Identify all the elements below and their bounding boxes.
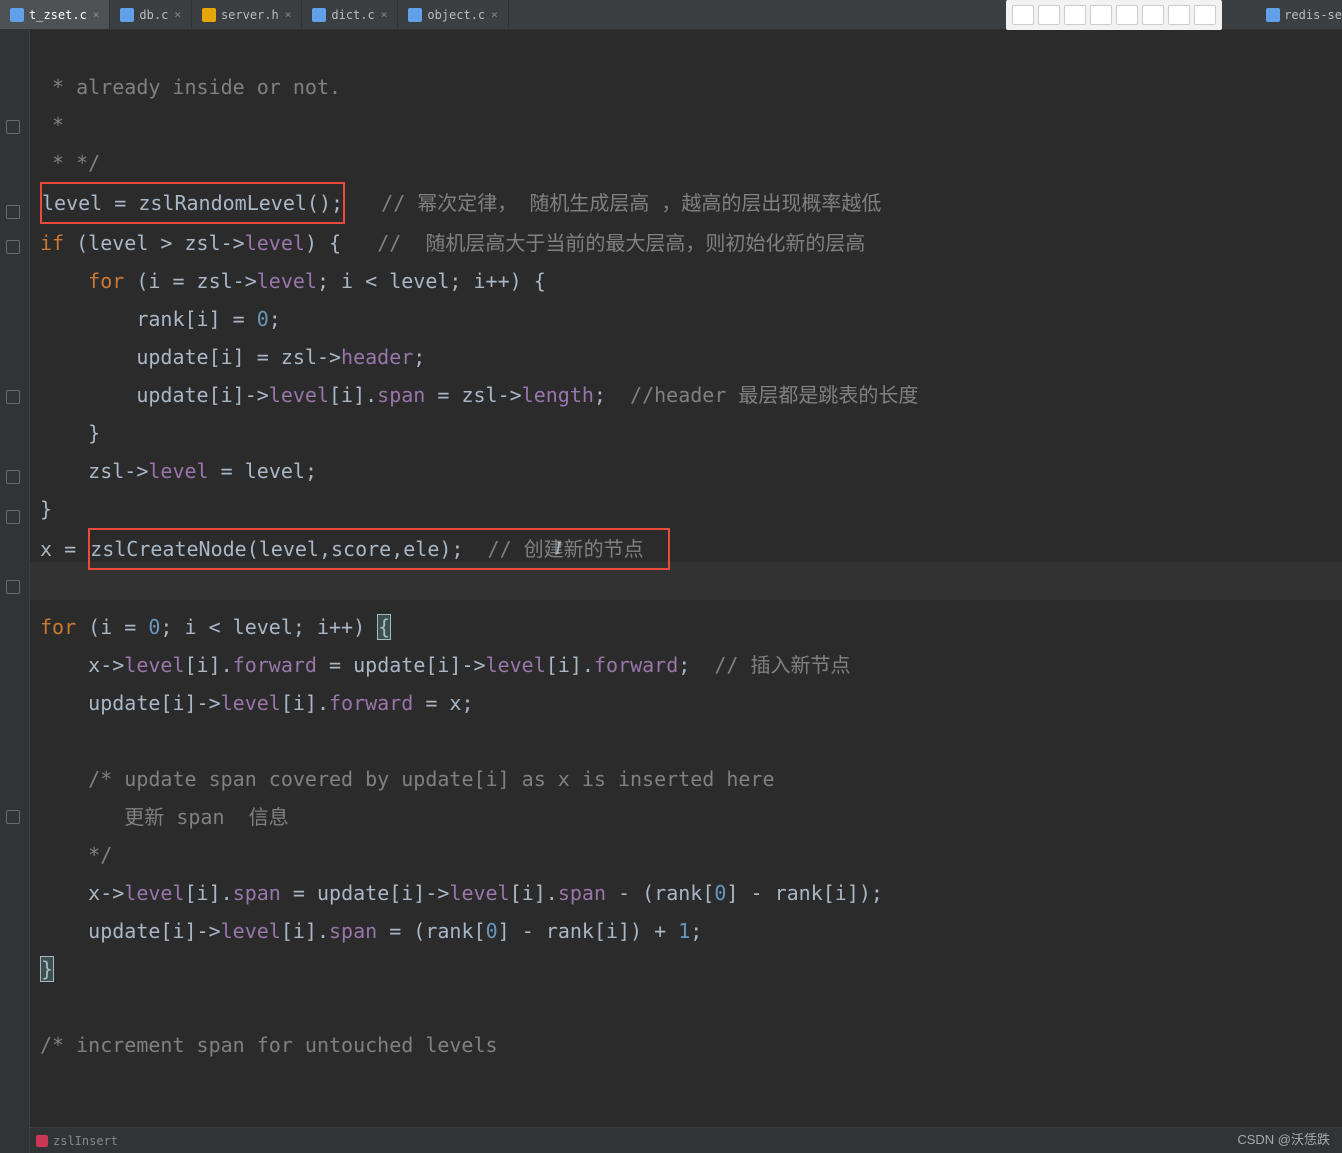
close-icon[interactable]: ×: [381, 8, 388, 21]
code-editor[interactable]: * already inside or not. * * */ level = …: [30, 30, 1342, 1064]
watermark: CSDN @沃恁跌: [1237, 1129, 1330, 1148]
toolbar-button[interactable]: [1064, 5, 1086, 25]
toolbar-button[interactable]: [1168, 5, 1190, 25]
tab-dict[interactable]: dict.c ×: [302, 0, 398, 29]
toolbar-right: [1006, 0, 1222, 30]
fold-icon[interactable]: [6, 390, 20, 404]
c-file-icon: [120, 8, 134, 22]
fold-icon[interactable]: [6, 810, 20, 824]
close-icon[interactable]: ×: [491, 8, 498, 21]
h-file-icon: [202, 8, 216, 22]
tab-label: dict.c: [331, 8, 374, 22]
breadcrumb[interactable]: zslInsert: [30, 1127, 1342, 1153]
keyword: for: [40, 615, 76, 639]
function-icon: [36, 1135, 48, 1147]
c-file-icon: [1266, 8, 1280, 22]
close-icon[interactable]: ×: [93, 8, 100, 21]
tab-db[interactable]: db.c ×: [110, 0, 192, 29]
comment: /* update span covered by update[i] as x…: [88, 767, 774, 791]
toolbar-button[interactable]: [1090, 5, 1112, 25]
comment: /* increment span for untouched levels: [40, 1033, 498, 1057]
close-icon[interactable]: ×: [285, 8, 292, 21]
fold-icon[interactable]: [6, 240, 20, 254]
tab-server[interactable]: server.h ×: [192, 0, 302, 29]
tab-object[interactable]: object.c ×: [398, 0, 508, 29]
code-line: * */: [40, 151, 100, 175]
breadcrumb-label: zslInsert: [53, 1134, 118, 1148]
tab-tzset[interactable]: t_zset.c ×: [0, 0, 110, 29]
right-panel-label: redis-se: [1284, 8, 1342, 22]
keyword: if: [40, 231, 64, 255]
toolbar-button[interactable]: [1012, 5, 1034, 25]
c-file-icon: [10, 8, 24, 22]
tab-label: t_zset.c: [29, 8, 87, 22]
comment: 更新 span 信息: [88, 805, 288, 829]
close-icon[interactable]: ×: [174, 8, 181, 21]
toolbar-button[interactable]: [1142, 5, 1164, 25]
tab-label: db.c: [139, 8, 168, 22]
fold-icon[interactable]: [6, 470, 20, 484]
toolbar-button[interactable]: [1194, 5, 1216, 25]
highlight-box-2: zslCreateNode(level,score,ele); // 创建新的节…: [88, 528, 670, 570]
comment: */: [88, 843, 112, 867]
keyword: for: [88, 269, 124, 293]
text-cursor-icon: I: [555, 538, 561, 559]
right-panel-file[interactable]: redis-se: [1266, 0, 1342, 30]
fold-icon[interactable]: [6, 580, 20, 594]
tab-label: server.h: [221, 8, 279, 22]
comment: //header 最层都是跳表的长度: [630, 383, 918, 407]
fold-icon[interactable]: [6, 205, 20, 219]
c-file-icon: [408, 8, 422, 22]
fold-icon[interactable]: [6, 120, 20, 134]
gutter: [0, 30, 30, 1153]
c-file-icon: [312, 8, 326, 22]
toolbar-button[interactable]: [1116, 5, 1138, 25]
toolbar-button[interactable]: [1038, 5, 1060, 25]
comment: // 插入新节点: [714, 653, 850, 677]
matched-brace: {: [377, 614, 391, 640]
code-line: *: [40, 113, 64, 137]
code-line: * already inside or not.: [40, 75, 341, 99]
comment: // 幂次定律， 随机生成层高 ，越高的层出现概率越低: [381, 191, 881, 215]
fold-icon[interactable]: [6, 510, 20, 524]
matched-brace: }: [40, 956, 54, 982]
tab-label: object.c: [427, 8, 485, 22]
comment: // 随机层高大于当前的最大层高，则初始化新的层高: [377, 231, 865, 255]
highlight-box-1: level = zslRandomLevel();: [40, 182, 345, 224]
